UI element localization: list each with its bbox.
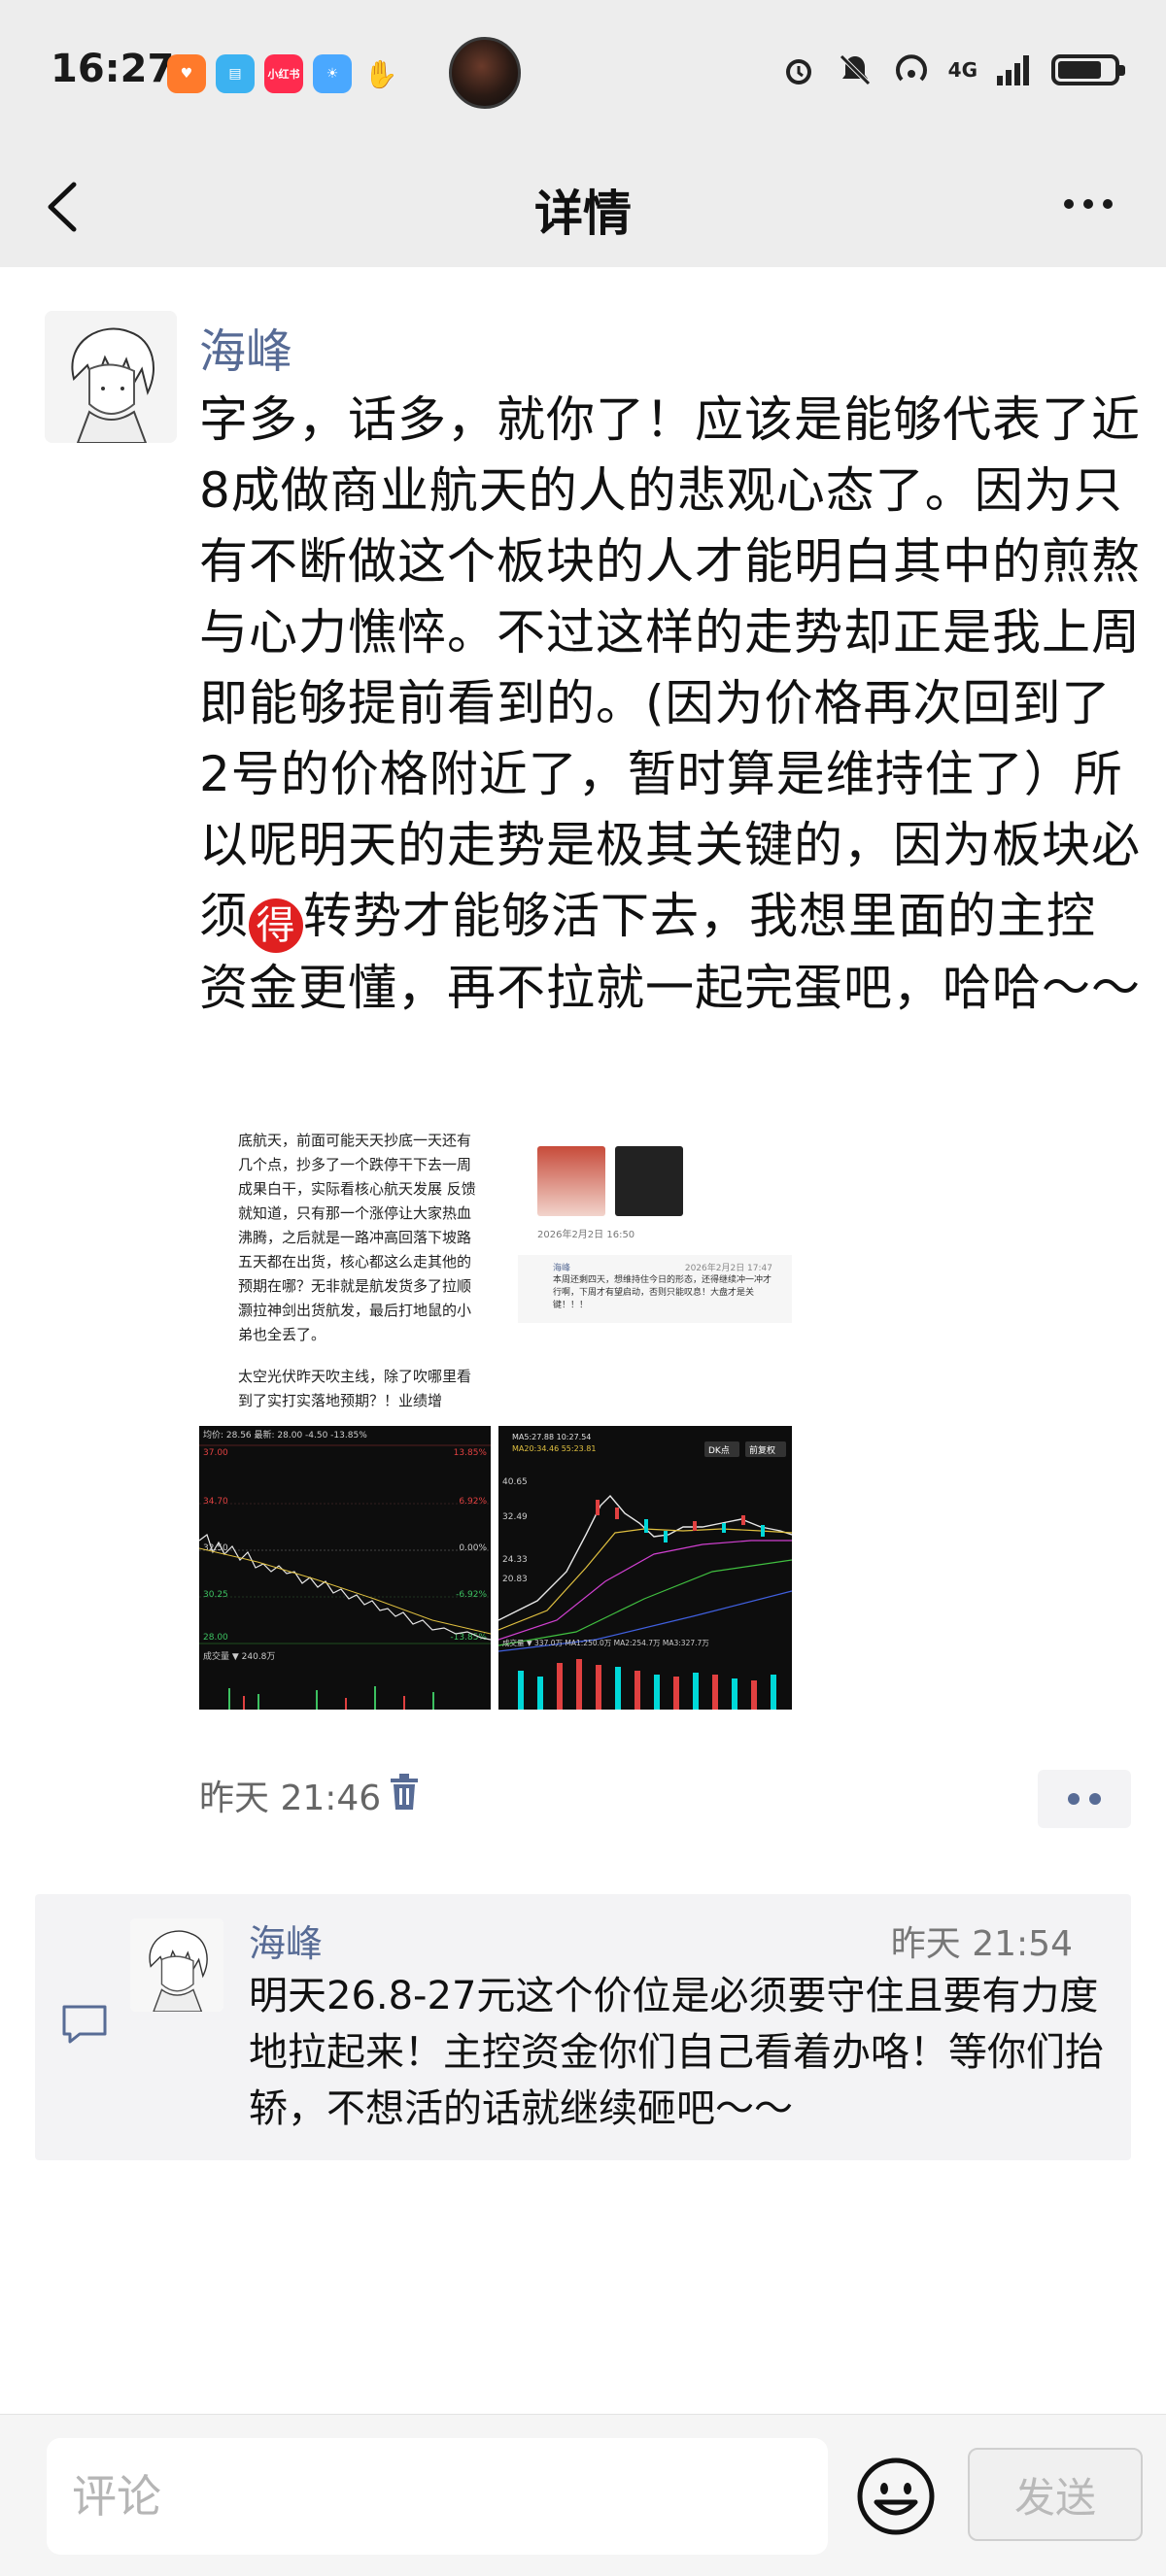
image-4-level-3: 24.33: [502, 1555, 528, 1565]
floating-avatar[interactable]: [449, 37, 521, 109]
image-3-pct-2: 6.92%: [459, 1497, 487, 1507]
send-button[interactable]: 发送: [968, 2448, 1143, 2541]
more-button[interactable]: [1049, 175, 1127, 233]
image-1-paragraph-2: 太空光伏昨天吹主线，除了吹哪里看到了实打实落地预期？！业绩增: [238, 1368, 472, 1409]
comment-text[interactable]: 明天26.8-27元这个价位是必须要守住且要有力度地拉起来！主控资金你们自己看着…: [249, 1968, 1114, 2137]
hotspot-icon: [895, 54, 927, 82]
image-2-comment-card: 海峰 2026年2月2日 17:47 本周还剩四天，想维持住今日的形态，还得继续…: [518, 1255, 792, 1323]
image-3-level-4: 30.25: [203, 1590, 228, 1600]
status-bar: 16:27 ♥ ▤ 小红书 ☀ ✋ 4G: [0, 0, 1166, 146]
image-4-ma2: MA20:34.46 55:23.81: [512, 1444, 596, 1453]
image-2-thumb-2: [615, 1146, 683, 1216]
image-4-ma: MA5:27.88 10:27.54: [512, 1433, 591, 1441]
image-2-card-name: 海峰: [553, 1264, 571, 1273]
image-3-pct-3: 0.00%: [459, 1543, 487, 1553]
comment-time: 昨天 21:54: [890, 1924, 1073, 1964]
comment-avatar[interactable]: [130, 1918, 223, 2012]
post-image-3[interactable]: 均价: 28.56 最新: 28.00 -4.50 -13.85% 37.00 …: [199, 1426, 491, 1710]
xiaohongshu-icon: 小红书: [264, 54, 303, 93]
signal-icon: [997, 55, 1029, 85]
post-image-2[interactable]: 2026年2月2日 16:50 海峰 2026年2月2日 17:47 本周还剩四…: [498, 1117, 792, 1420]
image-4-level-4: 20.83: [502, 1575, 528, 1584]
emoji-icon[interactable]: [855, 2456, 937, 2537]
image-3-level-1: 37.00: [203, 1448, 228, 1458]
nav-bar: 详情: [0, 146, 1166, 267]
image-4-level-1: 40.65: [502, 1477, 528, 1487]
comments-section: 海峰 昨天 21:54 明天26.8-27元这个价位是必须要守住且要有力度地拉起…: [35, 1894, 1131, 2160]
comment-input[interactable]: [47, 2438, 828, 2555]
image-2-date: 2026年2月2日 16:50: [537, 1230, 635, 1240]
de-badge: 得: [249, 898, 303, 953]
post-image-1[interactable]: 底航天，前面可能天天抄底一天还有几个点，抄多了一个跌停干下去一周成果白干，实际看…: [199, 1117, 491, 1420]
post-text-part2: 转势才能够活下去，我想里面的主控资金更懂，再不拉就一起完蛋吧，哈哈～～: [199, 888, 1141, 1016]
image-3-volume: 成交量 ▼ 240.8万: [203, 1650, 275, 1662]
image-3-pct-4: -6.92%: [456, 1590, 487, 1600]
image-4-volume: 成交量 ▼ 337.0万 MA1:250.0万 MA2:254.7万 MA3:3…: [502, 1638, 709, 1647]
post-text-part1: 字多，话多，就你了！应该是能够代表了近8成做商业航天的人的悲观心态了。因为只有不…: [199, 391, 1141, 944]
notification-icons: ♥ ▤ 小红书 ☀ ✋: [167, 54, 400, 93]
image-2-thumb-1: [537, 1146, 605, 1216]
image-3-top: 均价: 28.56 最新: 28.00 -4.50 -13.85%: [203, 1429, 367, 1441]
comment-author[interactable]: 海峰: [249, 1914, 323, 1967]
avatar[interactable]: [45, 311, 177, 443]
battery-icon: [1051, 54, 1125, 85]
status-time: 16:27: [51, 47, 175, 91]
image-grid: 底航天，前面可能天天抄底一天还有几个点，抄多了一个跌停干下去一周成果白干，实际看…: [199, 1117, 792, 1710]
image-2-card-body: 本周还剩四天，想维持住今日的形态，还得继续冲一冲才行啊，下周才有望启动，否则只能…: [553, 1275, 772, 1310]
image-1-paragraph-1: 底航天，前面可能天天抄底一天还有几个点，抄多了一个跌停干下去一周成果白干，实际看…: [238, 1132, 476, 1343]
image-2-card-date: 2026年2月2日 17:47: [684, 1264, 772, 1273]
post-image-4[interactable]: MA5:27.88 10:27.54 MA20:34.46 55:23.81 D…: [498, 1426, 792, 1710]
delete-icon[interactable]: [387, 1773, 422, 1812]
hand-icon: ✋: [363, 57, 398, 90]
image-4-fq: 前复权: [749, 1444, 775, 1456]
page-title: 详情: [534, 186, 632, 242]
taobao-icon: ♥: [167, 54, 206, 93]
weather-icon: ☀: [313, 54, 352, 93]
post-author[interactable]: 海峰: [199, 313, 292, 381]
image-4-level-2: 32.49: [502, 1512, 528, 1522]
mute-icon: [839, 54, 871, 85]
status-right-icons: 4G: [779, 51, 1125, 89]
image-3-pct-1: 13.85%: [454, 1448, 488, 1458]
image-4-dk: DK点: [708, 1445, 730, 1456]
alarm-icon: [785, 59, 811, 85]
network-type: 4G: [947, 58, 977, 82]
post-text: 字多，话多，就你了！应该是能够代表了近8成做商业航天的人的悲观心态了。因为只有不…: [199, 385, 1142, 1024]
image-3-level-5: 28.00: [203, 1633, 228, 1643]
like-comment-button[interactable]: [1038, 1770, 1131, 1828]
post-time: 昨天 21:46: [199, 1779, 382, 1818]
comment-icon: [62, 2005, 107, 2044]
image-3-level-2: 34.70: [203, 1497, 228, 1507]
comment-bar: 发送: [0, 2414, 1166, 2576]
reader-icon: ▤: [216, 54, 255, 93]
